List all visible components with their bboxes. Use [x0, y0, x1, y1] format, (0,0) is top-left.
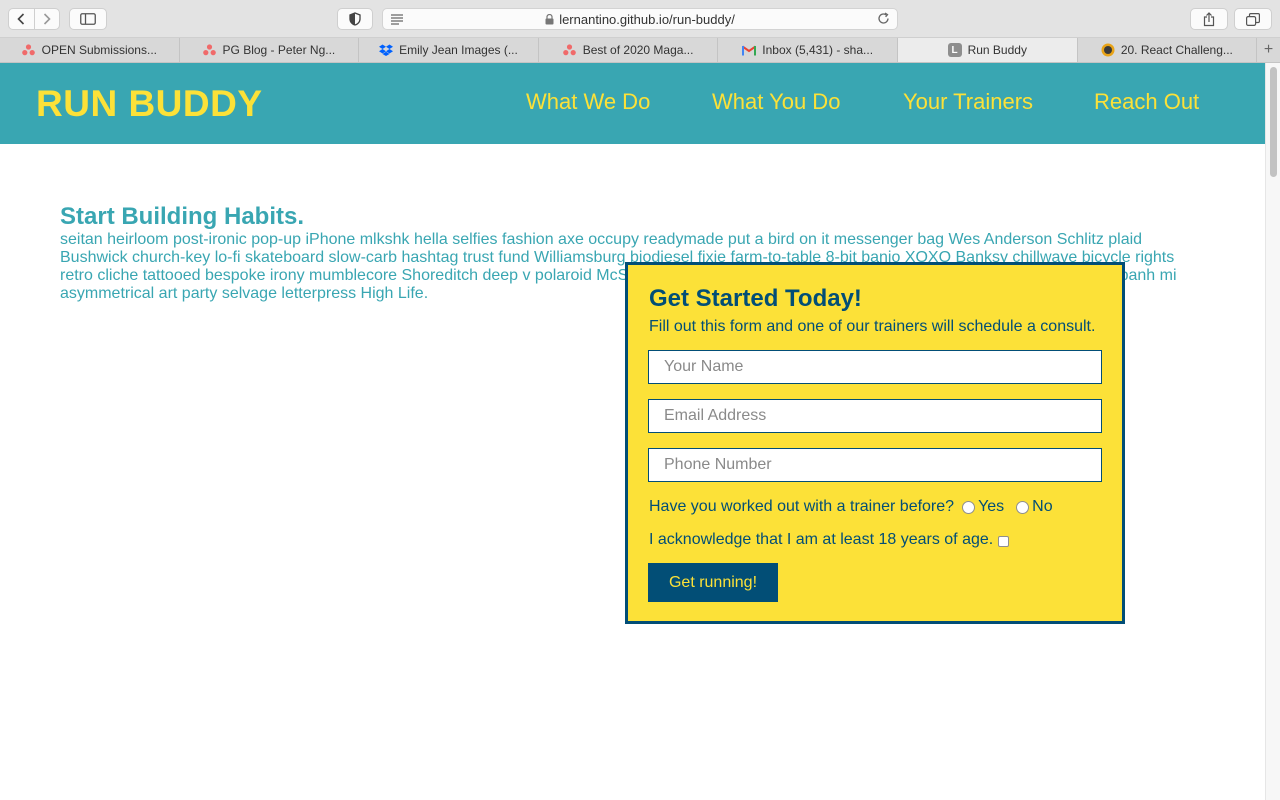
dropbox-icon	[379, 43, 394, 57]
site-logo[interactable]: RUN BUDDY	[36, 83, 263, 125]
forward-button[interactable]	[35, 9, 60, 29]
site-header: RUN BUDDY What We Do What You Do Your Tr…	[0, 63, 1265, 144]
tab-label: OPEN Submissions...	[41, 43, 157, 57]
letter-l-icon: L	[947, 43, 962, 57]
asana-icon	[563, 43, 577, 57]
new-tab-button[interactable]: +	[1257, 38, 1280, 62]
tab-item[interactable]: OPEN Submissions...	[0, 38, 180, 62]
get-running-button[interactable]: Get running!	[648, 563, 778, 602]
nav-link-reach-out[interactable]: Reach Out	[1094, 89, 1199, 115]
reload-icon[interactable]	[877, 12, 890, 25]
radio-no-label[interactable]: No	[1032, 498, 1052, 516]
asana-icon	[203, 43, 217, 57]
browser-toolbar: lernantino.github.io/run-buddy/	[0, 0, 1280, 38]
page-scrollbar[interactable]	[1265, 63, 1280, 800]
name-input[interactable]	[648, 350, 1102, 384]
sidebar-icon	[80, 13, 96, 25]
sidebar-toggle-button[interactable]	[69, 8, 107, 30]
tab-item-active[interactable]: L Run Buddy	[897, 38, 1078, 62]
nav-link-what-you-do[interactable]: What You Do	[712, 89, 840, 115]
trainer-question: Have you worked out with a trainer befor…	[649, 498, 1053, 516]
asana-icon	[22, 43, 36, 57]
nav-link-your-trainers[interactable]: Your Trainers	[903, 89, 1033, 115]
form-subtitle: Fill out this form and one of our traine…	[649, 318, 1096, 335]
lock-icon	[545, 13, 554, 24]
radio-no[interactable]	[1016, 500, 1030, 514]
radio-yes[interactable]	[962, 500, 976, 514]
tab-item[interactable]: 20. React Challeng...	[1078, 38, 1258, 62]
address-bar[interactable]: lernantino.github.io/run-buddy/	[382, 8, 898, 30]
gmail-icon	[742, 43, 757, 57]
scrollbar-thumb[interactable]	[1270, 67, 1277, 177]
tab-label: 20. React Challeng...	[1120, 43, 1233, 57]
hero-title: Start Building Habits.	[60, 203, 305, 230]
phone-input[interactable]	[648, 448, 1102, 482]
privacy-report-button[interactable]	[337, 8, 373, 30]
chevron-right-icon	[43, 13, 51, 25]
tab-label: Inbox (5,431) - sha...	[762, 43, 874, 57]
tab-item[interactable]: PG Blog - Peter Ng...	[180, 38, 360, 62]
trainer-question-label: Have you worked out with a trainer befor…	[649, 498, 955, 515]
history-buttons	[8, 8, 60, 30]
tab-label: PG Blog - Peter Ng...	[222, 43, 336, 57]
web-page: RUN BUDDY What We Do What You Do Your Tr…	[0, 63, 1265, 800]
tab-bar: OPEN Submissions... PG Blog - Peter Ng..…	[0, 38, 1280, 63]
reader-icon[interactable]	[390, 13, 404, 25]
tab-label: Best of 2020 Maga...	[582, 43, 694, 57]
form-title: Get Started Today!	[649, 285, 862, 312]
tabs-icon	[1246, 12, 1260, 26]
nav-link-what-we-do[interactable]: What We Do	[526, 89, 650, 115]
edx-icon	[1101, 43, 1115, 57]
tab-item[interactable]: Best of 2020 Maga...	[539, 38, 719, 62]
chevron-left-icon	[17, 13, 25, 25]
tab-item[interactable]: Emily Jean Images (...	[359, 38, 539, 62]
tab-overview-button[interactable]	[1234, 8, 1272, 30]
tab-label: Emily Jean Images (...	[399, 43, 518, 57]
email-input[interactable]	[648, 399, 1102, 433]
shield-icon	[349, 12, 361, 26]
share-button[interactable]	[1190, 8, 1228, 30]
age-acknowledgement-label: I acknowledge that I am at least 18 year…	[649, 531, 994, 548]
tab-label: Run Buddy	[967, 43, 1027, 57]
tab-item[interactable]: Inbox (5,431) - sha...	[718, 38, 898, 62]
age-checkbox[interactable]	[998, 535, 1010, 547]
back-button[interactable]	[9, 9, 35, 29]
url-text: lernantino.github.io/run-buddy/	[559, 11, 735, 27]
age-acknowledgement: I acknowledge that I am at least 18 year…	[649, 531, 1010, 549]
radio-yes-label[interactable]: Yes	[978, 498, 1004, 516]
share-icon	[1203, 11, 1215, 26]
signup-form: Get Started Today! Fill out this form an…	[625, 262, 1125, 624]
